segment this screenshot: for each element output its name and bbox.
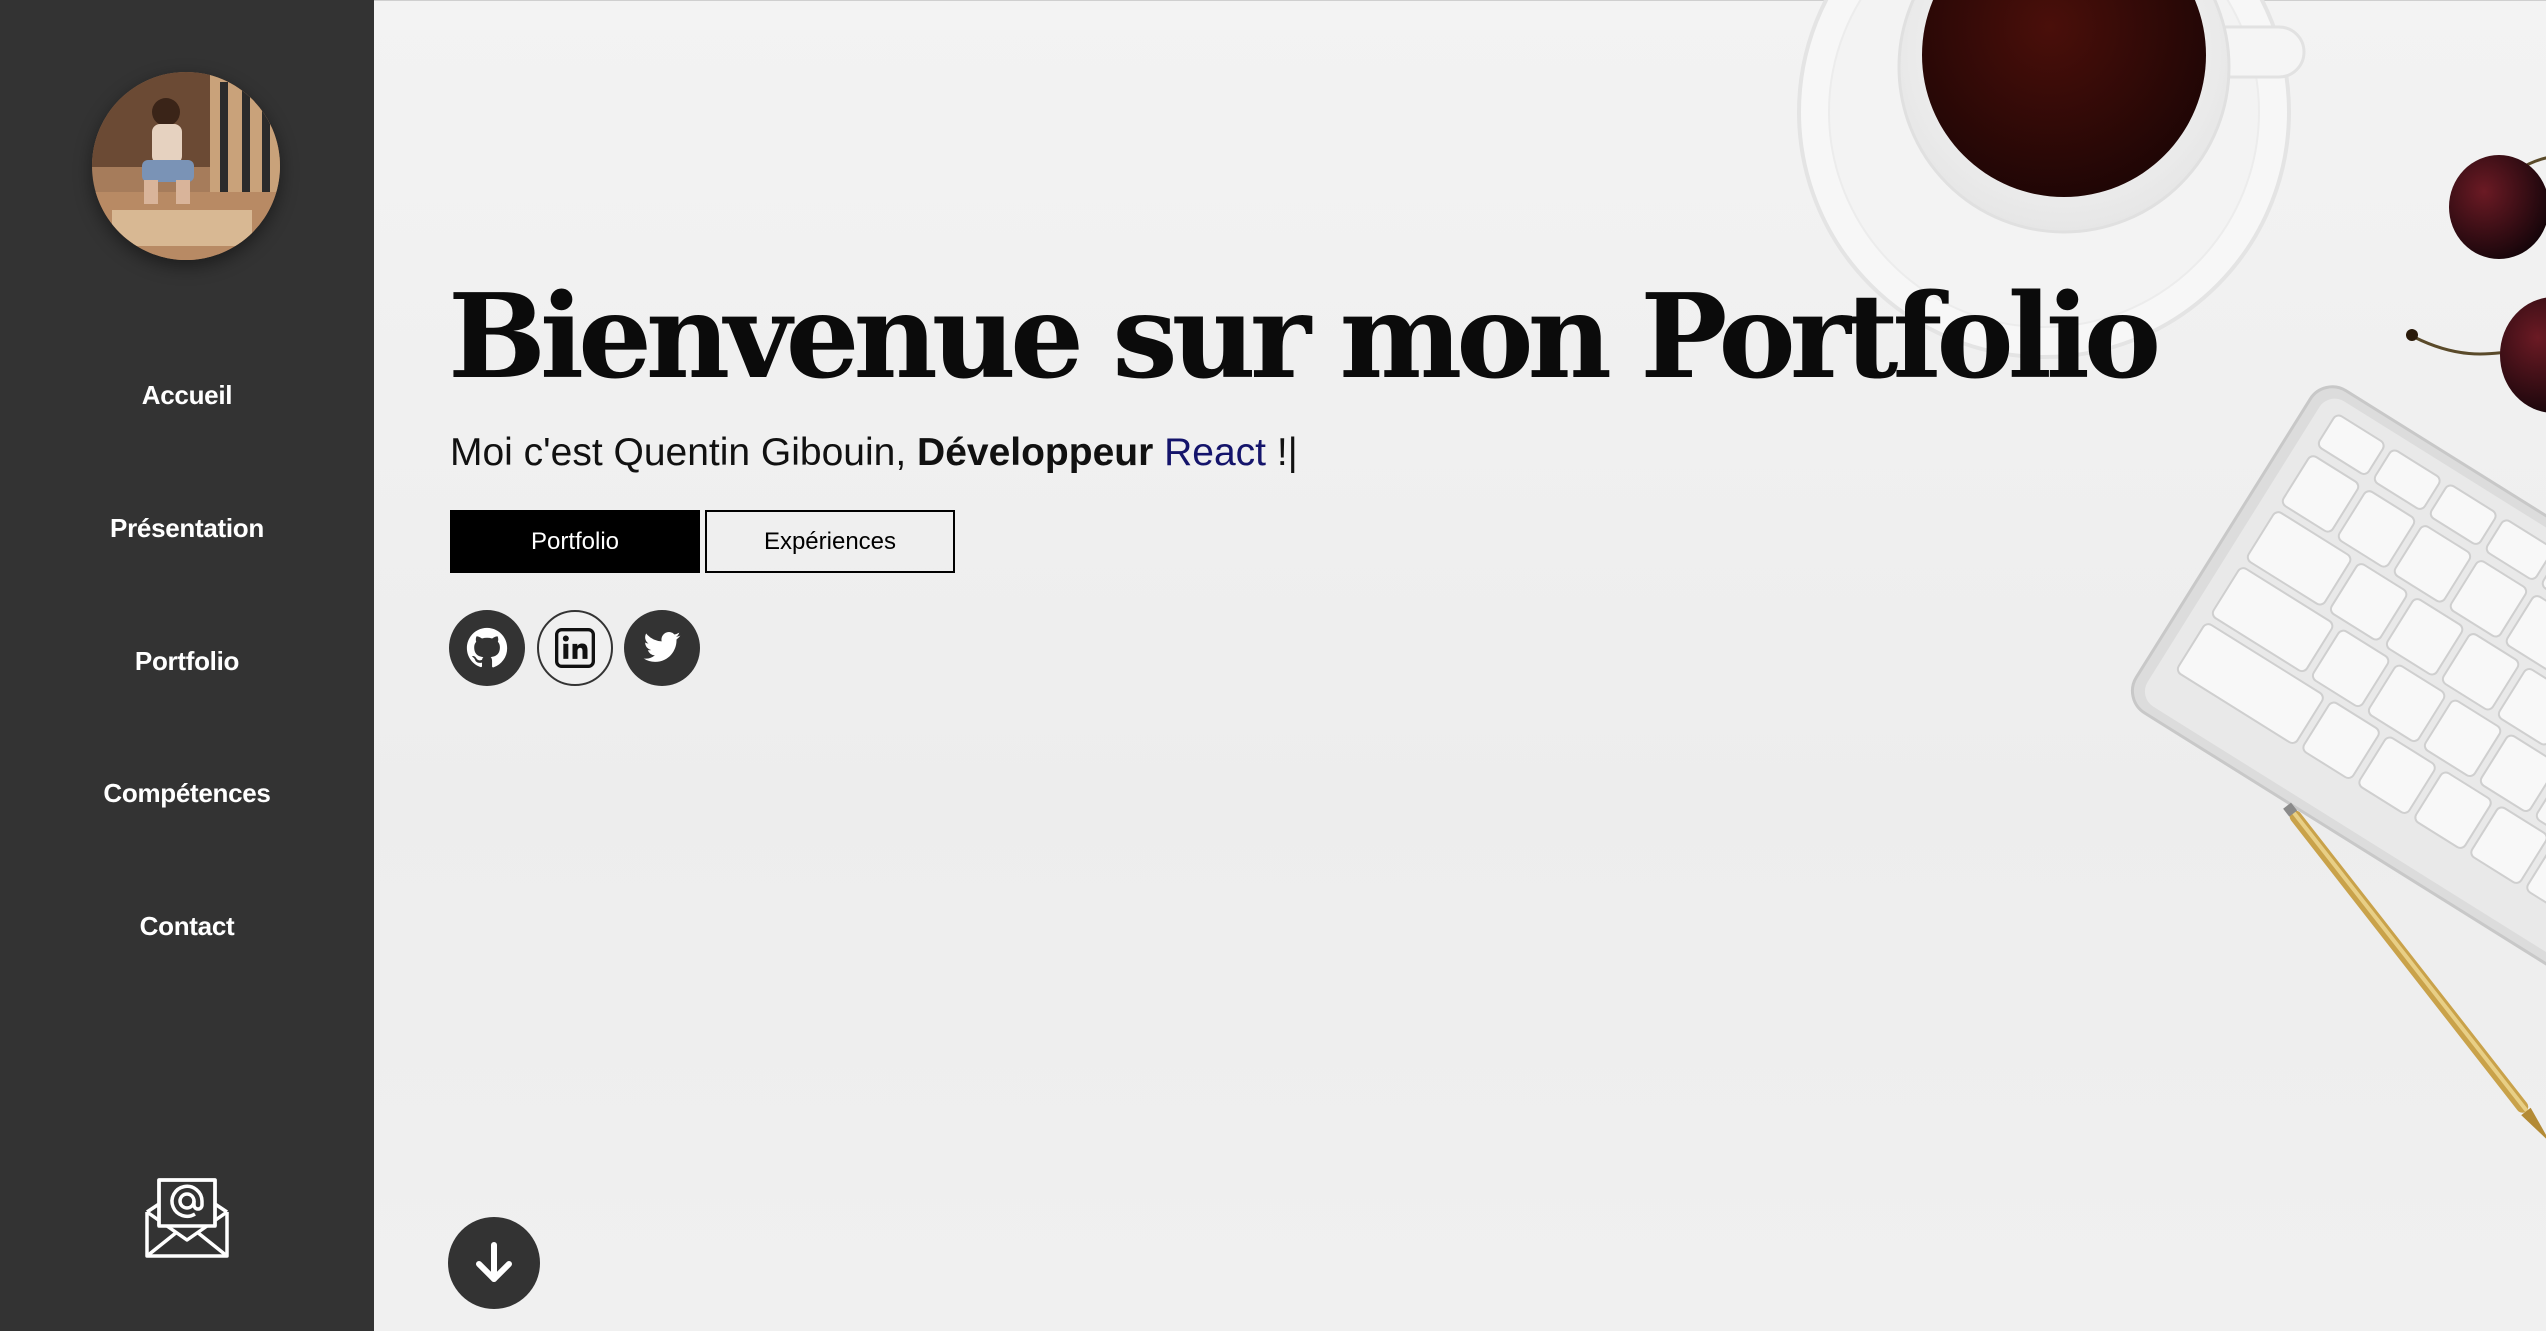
hero-subtitle-tech: React bbox=[1164, 431, 1266, 474]
arrow-down-icon[interactable] bbox=[448, 1217, 540, 1309]
sidebar-item-accueil[interactable]: Accueil bbox=[0, 380, 374, 411]
hero-subtitle-cursor: !| bbox=[1276, 431, 1298, 474]
sidebar-item-contact[interactable]: Contact bbox=[0, 911, 374, 942]
hero-section: Bienvenue sur mon Portfolio Moi c'est Qu… bbox=[374, 0, 2546, 1331]
page: Accueil Présentation Portfolio Compétenc… bbox=[0, 0, 2546, 1331]
sidebar-item-portfolio[interactable]: Portfolio bbox=[0, 646, 374, 677]
hero-subtitle-intro: Moi c'est Quentin Gibouin, bbox=[450, 431, 907, 474]
hero-subtitle: Moi c'est Quentin Gibouin, Développeur R… bbox=[450, 431, 1298, 475]
experiences-button[interactable]: Expériences bbox=[705, 510, 955, 573]
envelope-at-icon[interactable] bbox=[143, 1176, 231, 1260]
hero-title: Bienvenue sur mon Portfolio bbox=[448, 269, 2161, 405]
sidebar-item-competences[interactable]: Compétences bbox=[0, 778, 374, 809]
linkedin-icon[interactable] bbox=[537, 610, 613, 686]
github-icon[interactable] bbox=[449, 610, 525, 686]
hero-subtitle-role: Développeur bbox=[917, 431, 1154, 474]
portfolio-button[interactable]: Portfolio bbox=[450, 510, 700, 573]
avatar bbox=[92, 72, 280, 260]
desk-background-image bbox=[1797, 0, 2546, 1143]
twitter-icon[interactable] bbox=[624, 610, 700, 686]
sidebar-item-presentation[interactable]: Présentation bbox=[0, 513, 374, 544]
sidebar: Accueil Présentation Portfolio Compétenc… bbox=[0, 0, 374, 1331]
